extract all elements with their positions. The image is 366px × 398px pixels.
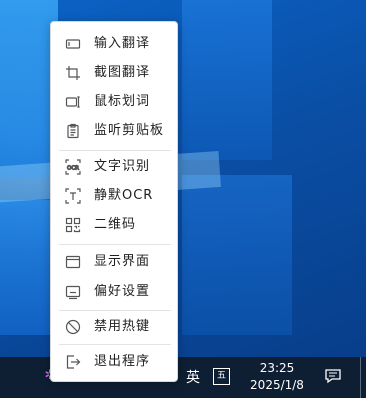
menu-item-label: 退出程序 (94, 354, 151, 369)
menu-item-watch-clipboard[interactable]: 监听剪贴板 (51, 118, 177, 144)
silent-ocr-icon (65, 188, 81, 204)
settings-icon (65, 284, 81, 300)
notification-icon[interactable] (324, 368, 342, 384)
menu-item-mouse-select[interactable]: 鼠标划词 (51, 89, 177, 115)
text-select-icon (65, 94, 81, 110)
menu-item-label: 鼠标划词 (94, 94, 151, 109)
qr-code-icon (65, 217, 81, 233)
menu-item-show-window[interactable]: 显示界面 (51, 249, 177, 275)
crop-icon (65, 65, 81, 81)
menu-item-label: 监听剪贴板 (94, 123, 165, 138)
menu-item-preferences[interactable]: 偏好设置 (51, 279, 177, 305)
svg-text:OCR: OCR (67, 166, 79, 172)
clock-time: 23:25 (259, 361, 295, 375)
menu-item-label: 静默OCR (94, 188, 154, 203)
menu-item-label: 二维码 (94, 217, 137, 232)
disable-icon (65, 319, 81, 335)
menu-item-label: 截图翻译 (94, 65, 151, 80)
menu-item-input-translate[interactable]: 输入翻译 (51, 31, 177, 57)
tray-context-menu: 输入翻译 截图翻译 鼠标划词 监听剪贴板 OCR 文字识别 静默OCR 二维码 … (50, 21, 178, 382)
menu-separator (59, 244, 171, 245)
taskbar-clock[interactable]: 23:25 2025/1/8 (244, 360, 310, 394)
menu-item-label: 显示界面 (94, 254, 151, 269)
menu-item-screenshot-translate[interactable]: 截图翻译 (51, 60, 177, 86)
clock-date: 2025/1/8 (250, 378, 304, 392)
ime-mode-indicator[interactable]: 五 (213, 368, 230, 385)
ime-language-indicator[interactable]: 英 (186, 367, 200, 387)
wallpaper-pane (0, 200, 54, 335)
menu-separator (59, 150, 171, 151)
exit-icon (65, 354, 81, 370)
menu-item-text-recognition[interactable]: OCR 文字识别 (51, 154, 177, 180)
clipboard-icon (65, 123, 81, 139)
menu-item-exit[interactable]: 退出程序 (51, 349, 177, 375)
input-translate-icon (65, 36, 81, 52)
menu-item-label: 偏好设置 (94, 284, 151, 299)
menu-item-silent-ocr[interactable]: 静默OCR (51, 183, 177, 209)
show-desktop-divider[interactable] (360, 357, 361, 398)
menu-item-disable-hotkeys[interactable]: 禁用热键 (51, 314, 177, 340)
wallpaper-pane (182, 0, 272, 160)
menu-item-label: 文字识别 (94, 159, 151, 174)
menu-separator (59, 310, 171, 311)
menu-separator (59, 344, 171, 345)
window-icon (65, 254, 81, 270)
ocr-icon: OCR (65, 159, 81, 175)
menu-item-qr-code[interactable]: 二维码 (51, 212, 177, 238)
wallpaper-pane (182, 175, 292, 335)
menu-item-label: 输入翻译 (94, 36, 151, 51)
menu-item-label: 禁用热键 (94, 319, 151, 334)
